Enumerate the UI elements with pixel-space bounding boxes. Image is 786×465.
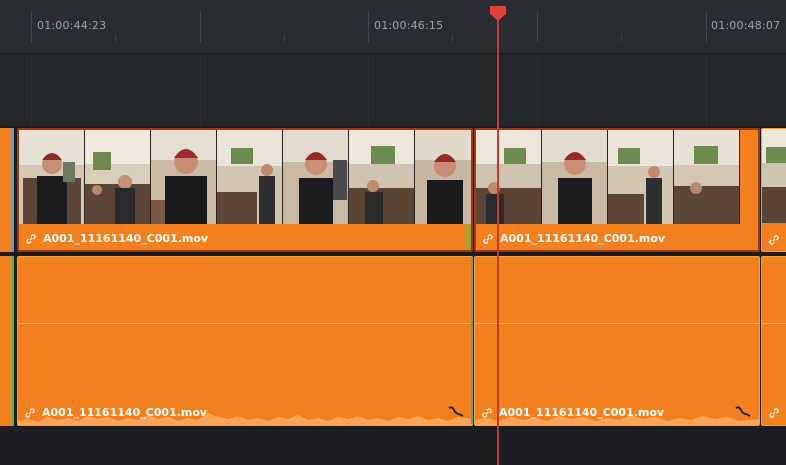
video-track: A001_11161140_C001.mov A001_11161140_C00… xyxy=(0,126,786,254)
link-icon xyxy=(26,233,36,244)
clip-name: A001_11161140_C001.mov xyxy=(43,232,209,245)
previous-audio-edge[interactable] xyxy=(0,256,14,426)
clip-label: A001_11161140_C001.mov xyxy=(481,406,664,419)
link-icon xyxy=(483,233,493,244)
audio-track: A001_11161140_C001.mov A001_11161140_C00… xyxy=(0,254,786,458)
video-clip[interactable]: A001_11161140_C001.mov xyxy=(474,128,760,252)
clip-name: A001_11161140_C001.mov xyxy=(499,406,665,419)
ruler-tick-minor xyxy=(452,34,453,42)
video-clip-partial[interactable] xyxy=(761,128,786,252)
video-thumbnail xyxy=(762,129,786,223)
video-thumbnail xyxy=(217,130,283,224)
link-icon xyxy=(25,407,35,418)
clip-label xyxy=(768,407,780,419)
video-thumbnail xyxy=(85,130,151,224)
timecode-label: 01:00:44:23 xyxy=(37,19,107,32)
video-thumbnail xyxy=(542,130,608,224)
grid-line xyxy=(537,54,538,126)
clip-name: A001_11161140_C001.mov xyxy=(500,232,666,245)
timeline-bottom-bar xyxy=(0,454,786,465)
ruler-tick xyxy=(31,12,32,42)
audio-fade-icon[interactable] xyxy=(735,405,751,417)
ruler-tick-minor xyxy=(621,34,622,42)
grid-line xyxy=(31,54,32,126)
audio-clip-partial[interactable] xyxy=(761,256,786,426)
video-thumbnail xyxy=(415,130,471,224)
clip-thumbnails xyxy=(476,130,758,224)
timecode-label: 01:00:46:15 xyxy=(374,19,444,32)
grid-line xyxy=(706,54,707,126)
audio-level-line xyxy=(475,323,759,324)
clip-thumbnails xyxy=(762,129,786,223)
timeline-ruler[interactable]: 01:00:44:23 01:00:46:15 01:00:48:07 xyxy=(0,0,786,54)
video-thumbnail xyxy=(476,130,542,224)
video-thumbnail xyxy=(283,130,349,224)
timecode-label: 01:00:48:07 xyxy=(711,19,781,32)
clip-label: A001_11161140_C001.mov xyxy=(482,232,665,245)
clip-edge-marker xyxy=(466,224,471,250)
clip-thumbnails xyxy=(19,130,471,224)
grid-line xyxy=(200,54,201,126)
audio-clip[interactable]: A001_11161140_C001.mov xyxy=(474,256,760,426)
ruler-tick xyxy=(200,12,201,42)
audio-fade-icon[interactable] xyxy=(448,405,464,417)
edit-point-marker xyxy=(471,258,473,424)
audio-level-line xyxy=(762,323,786,324)
playhead-marker-icon[interactable] xyxy=(489,6,507,22)
audio-clip[interactable]: A001_11161140_C001.mov xyxy=(17,256,473,426)
video-thumbnail xyxy=(674,130,740,224)
playhead-line[interactable] xyxy=(497,8,499,465)
clip-name: A001_11161140_C001.mov xyxy=(42,406,208,419)
link-icon xyxy=(482,407,492,418)
video-thumbnail xyxy=(151,130,217,224)
video-thumbnail xyxy=(349,130,415,224)
clip-label: A001_11161140_C001.mov xyxy=(24,406,207,419)
clip-label xyxy=(768,234,780,246)
link-icon xyxy=(769,235,779,245)
clip-label: A001_11161140_C001.mov xyxy=(25,232,208,245)
link-icon xyxy=(769,408,779,418)
empty-track[interactable] xyxy=(0,54,786,126)
previous-clip-edge[interactable] xyxy=(0,128,14,252)
audio-level-line xyxy=(18,323,472,324)
ruler-tick xyxy=(537,12,538,42)
grid-line xyxy=(368,54,369,126)
video-thumbnail xyxy=(19,130,85,224)
video-clip[interactable]: A001_11161140_C001.mov xyxy=(17,128,473,252)
ruler-tick xyxy=(368,12,369,42)
ruler-tick-minor xyxy=(284,34,285,42)
video-thumbnail xyxy=(608,130,674,224)
ruler-tick xyxy=(706,12,707,42)
ruler-tick-minor xyxy=(115,34,116,42)
